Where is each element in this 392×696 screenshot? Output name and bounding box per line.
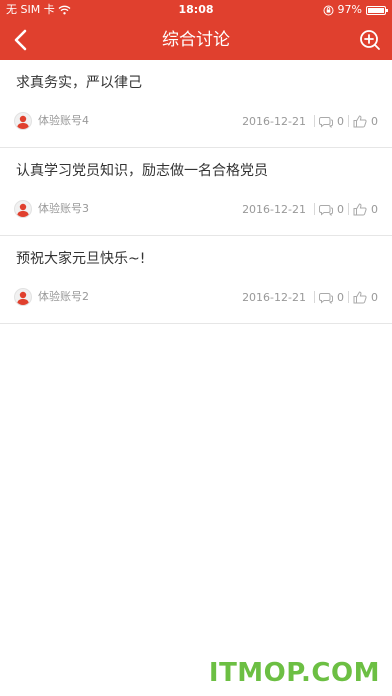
- comment-count[interactable]: 0: [319, 203, 344, 216]
- post-meta: 体验账号2 2016-12-21 0 0: [14, 288, 378, 308]
- avatar: [14, 112, 32, 130]
- orientation-lock-icon: [323, 5, 334, 15]
- post-stats: 2016-12-21 0 0: [242, 112, 378, 130]
- comment-icon: [319, 204, 333, 216]
- like-count[interactable]: 0: [353, 291, 378, 304]
- page-title: 综合讨论: [162, 30, 230, 50]
- add-post-button[interactable]: [356, 26, 384, 54]
- post-author: 体验账号4: [38, 114, 89, 127]
- comment-count[interactable]: 0: [319, 291, 344, 304]
- comment-count-value: 0: [337, 290, 344, 304]
- like-count[interactable]: 0: [353, 203, 378, 216]
- post-stats: 2016-12-21 0 0: [242, 288, 378, 306]
- post-meta: 体验账号3 2016-12-21 0 0: [14, 200, 378, 220]
- thumbs-up-icon: [353, 202, 367, 215]
- battery-percent: 97%: [337, 3, 362, 16]
- battery-icon: [366, 5, 388, 15]
- comment-count-value: 0: [337, 114, 344, 128]
- avatar: [14, 200, 32, 218]
- app-header: 无 SIM 卡 18:08 97% 综合讨论: [0, 0, 392, 60]
- avatar: [14, 288, 32, 306]
- divider: [314, 291, 315, 303]
- comment-icon: [319, 292, 333, 304]
- thumbs-up-icon: [353, 290, 367, 303]
- post-date: 2016-12-21: [242, 202, 306, 216]
- post-title: 认真学习党员知识，励志做一名合格党员: [16, 163, 268, 179]
- post-date: 2016-12-21: [242, 114, 306, 128]
- divider: [348, 203, 349, 215]
- post-title: 预祝大家元旦快乐~!: [16, 251, 146, 267]
- post-title: 求真务实，严以律己: [16, 75, 142, 91]
- post-list: 求真务实，严以律己 体验账号4 2016-12-21 0 0 认真学习党员知识，…: [0, 60, 392, 324]
- like-count-value: 0: [371, 290, 378, 304]
- like-count-value: 0: [371, 202, 378, 216]
- list-item[interactable]: 预祝大家元旦快乐~! 体验账号2 2016-12-21 0 0: [0, 236, 392, 324]
- site-watermark: ITMOP.COM: [208, 658, 380, 688]
- list-item[interactable]: 求真务实，严以律己 体验账号4 2016-12-21 0 0: [0, 60, 392, 148]
- divider: [348, 291, 349, 303]
- post-author: 体验账号2: [38, 290, 89, 303]
- status-right: 97%: [323, 0, 388, 20]
- divider: [348, 115, 349, 127]
- like-count-value: 0: [371, 114, 378, 128]
- user-icon: [17, 115, 29, 129]
- post-date: 2016-12-21: [242, 290, 306, 304]
- comment-count[interactable]: 0: [319, 115, 344, 128]
- post-stats: 2016-12-21 0 0: [242, 200, 378, 218]
- thumbs-up-icon: [353, 114, 367, 127]
- list-item[interactable]: 认真学习党员知识，励志做一名合格党员 体验账号3 2016-12-21 0 0: [0, 148, 392, 236]
- user-icon: [17, 203, 29, 217]
- comment-icon: [319, 116, 333, 128]
- divider: [314, 203, 315, 215]
- like-count[interactable]: 0: [353, 115, 378, 128]
- comment-count-value: 0: [337, 202, 344, 216]
- navigation-bar: 综合讨论: [0, 20, 392, 60]
- status-bar: 无 SIM 卡 18:08 97%: [0, 0, 392, 20]
- divider: [314, 115, 315, 127]
- post-author: 体验账号3: [38, 202, 89, 215]
- post-meta: 体验账号4 2016-12-21 0 0: [14, 112, 378, 132]
- user-icon: [17, 291, 29, 305]
- battery-level: [368, 7, 384, 13]
- plus-circle-icon: [360, 30, 380, 50]
